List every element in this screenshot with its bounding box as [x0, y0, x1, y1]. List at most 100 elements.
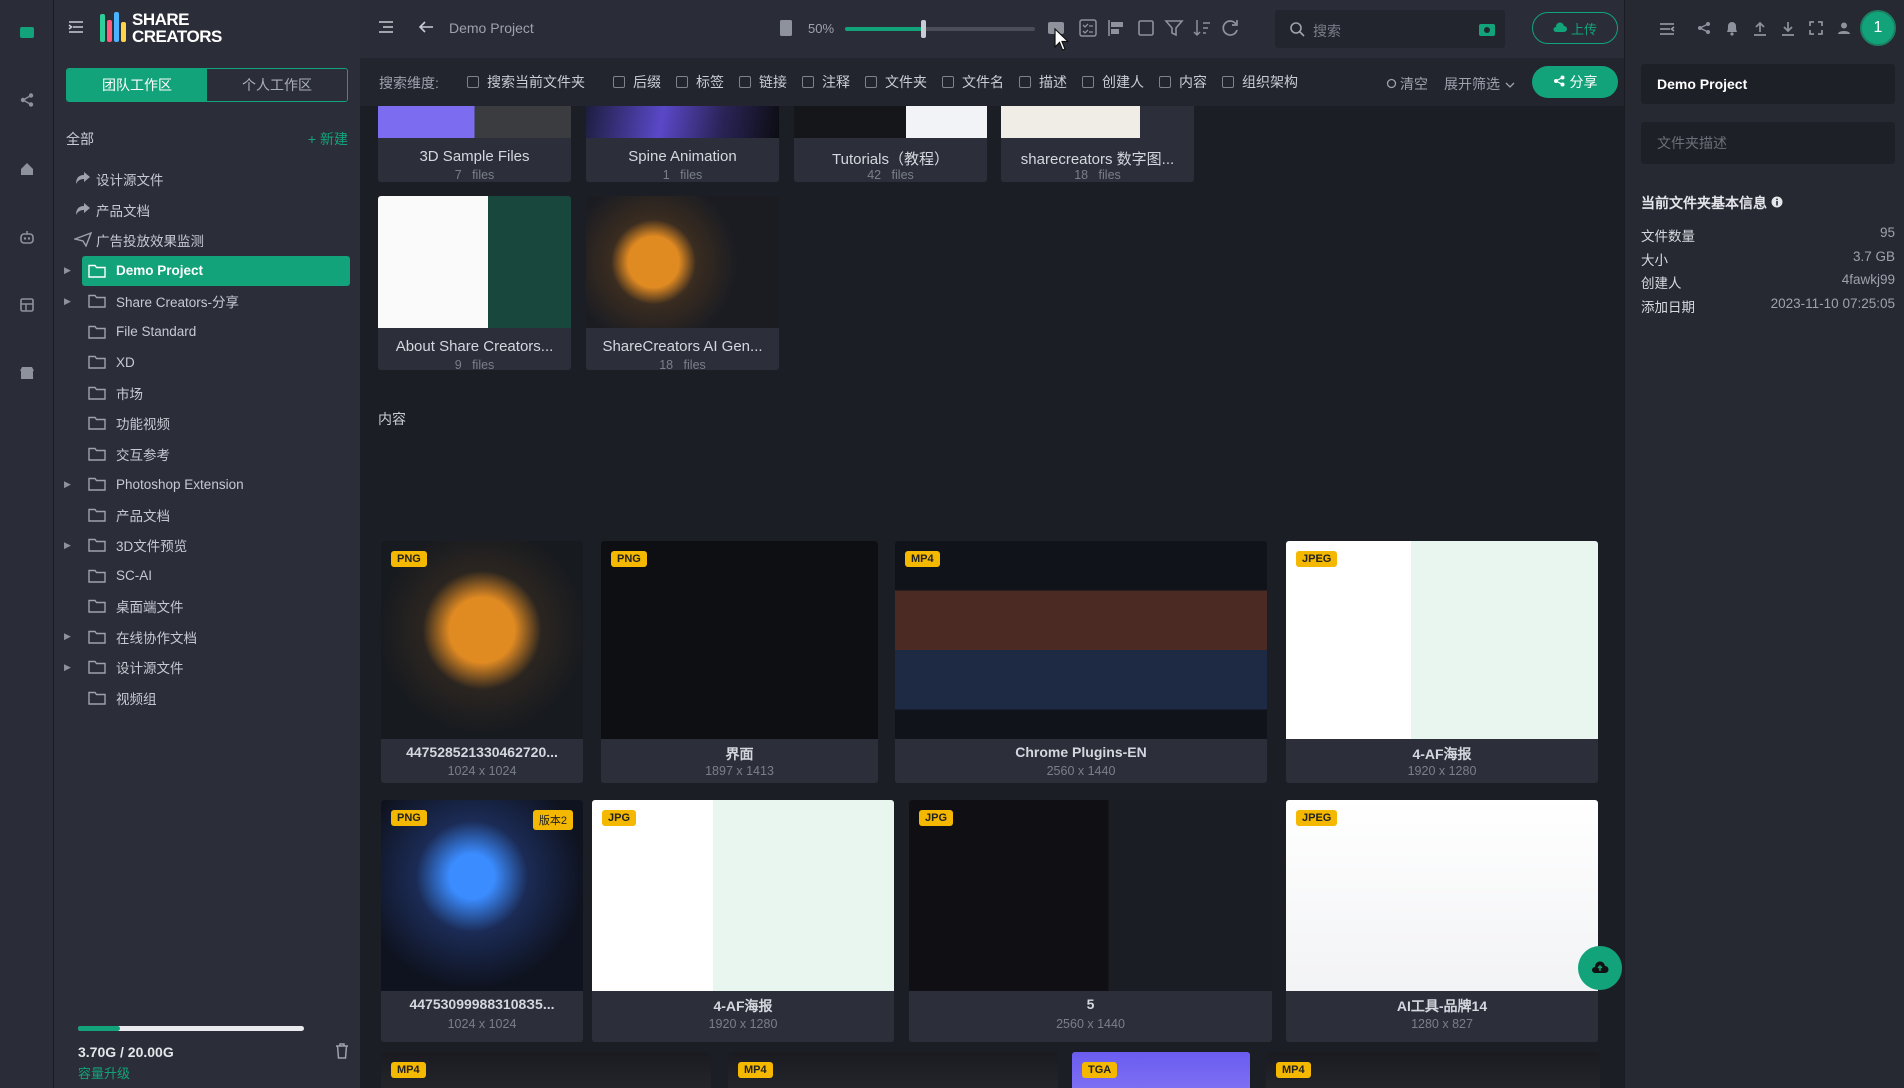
checkbox-icon[interactable] [1159, 76, 1171, 88]
avatar[interactable]: 1 [1860, 10, 1896, 46]
zoom-slider[interactable] [845, 20, 1035, 38]
search-dim-checkbox[interactable]: 搜索当前文件夹 [467, 72, 585, 92]
tree-item[interactable]: 广告投放效果监测 [54, 225, 360, 256]
breadcrumb[interactable]: Demo Project [449, 20, 534, 36]
folder-card[interactable]: sharecreators 数字图... 18 files [1001, 106, 1194, 182]
search-dim-checkbox[interactable]: 描述 [1019, 72, 1067, 92]
folder-card[interactable]: Tutorials（教程） 42 files [794, 106, 987, 182]
collapse-sidebar-icon[interactable] [68, 20, 84, 37]
caret-right-icon[interactable]: ▶ [64, 265, 74, 276]
caret-right-icon[interactable]: ▶ [64, 631, 74, 642]
upload-icon[interactable] [1753, 21, 1767, 39]
checkbox-icon[interactable] [942, 76, 954, 88]
tree-item[interactable]: 交互参考 [54, 439, 360, 470]
tree-item[interactable]: SC-AI [54, 561, 360, 592]
file-card[interactable]: JPEG AI工具-品牌14 1280 x 827 [1286, 800, 1598, 1042]
tree-item[interactable]: 功能视频 [54, 408, 360, 439]
tree-item[interactable]: XD [54, 347, 360, 378]
search-dim-checkbox[interactable]: 组织架构 [1222, 72, 1298, 92]
folder-name-field[interactable]: Demo Project [1641, 64, 1895, 104]
tree-item[interactable]: ▶ Photoshop Extension [54, 469, 360, 500]
search-dim-checkbox[interactable]: 文件夹 [865, 72, 927, 92]
bell-icon[interactable] [1725, 21, 1739, 39]
tree-item[interactable]: File Standard [54, 317, 360, 348]
expand-filter-button[interactable]: 展开筛选 [1444, 74, 1515, 94]
tree-item[interactable]: 产品文档 [54, 195, 360, 226]
folder-card[interactable]: About Share Creators... 9 files [378, 196, 571, 370]
caret-right-icon[interactable]: ▶ [64, 662, 74, 673]
sort-icon[interactable] [1192, 18, 1212, 41]
align-icon[interactable] [1106, 18, 1126, 41]
caret-right-icon[interactable]: ▶ [64, 296, 74, 307]
info-icon[interactable] [1771, 196, 1783, 211]
tree-item[interactable]: 产品文档 [54, 500, 360, 531]
file-card[interactable]: JPG 4-AF海报 1920 x 1280 [592, 800, 894, 1042]
zoom-slider-handle[interactable] [920, 20, 926, 38]
checkbox-icon[interactable] [802, 76, 814, 88]
file-card[interactable]: TGA [1072, 1052, 1250, 1088]
folder-card[interactable]: 3D Sample Files 7 files [378, 106, 571, 182]
tree-item[interactable]: 桌面端文件 [54, 591, 360, 622]
image-search-icon[interactable] [1478, 21, 1496, 40]
file-card[interactable]: MP4 [728, 1052, 1058, 1088]
search-input[interactable]: 搜索 [1313, 21, 1341, 41]
share-icon[interactable] [13, 86, 41, 114]
file-card[interactable]: MP4 [381, 1052, 711, 1088]
checkbox-icon[interactable] [1222, 76, 1234, 88]
checkbox-icon[interactable] [1019, 76, 1031, 88]
file-card[interactable]: PNG 447528521330462720... 1024 x 1024 [381, 541, 583, 783]
back-arrow-icon[interactable] [418, 20, 434, 37]
tree-item[interactable]: 设计源文件 [54, 164, 360, 195]
grid-icon[interactable] [13, 291, 41, 319]
tree-item[interactable]: ▶ Share Creators-分享 [54, 286, 360, 317]
caret-right-icon[interactable]: ▶ [64, 540, 74, 551]
user-icon[interactable] [1837, 21, 1851, 38]
download-icon[interactable] [1781, 21, 1795, 39]
trash-icon[interactable] [334, 1042, 350, 1063]
checkbox-icon[interactable] [865, 76, 877, 88]
search-dim-checkbox[interactable]: 内容 [1159, 72, 1207, 92]
search-dim-checkbox[interactable]: 链接 [739, 72, 787, 92]
tree-item[interactable]: ▶ 设计源文件 [54, 652, 360, 683]
personal-workspace-tab[interactable]: 个人工作区 [207, 69, 347, 101]
tree-item[interactable]: ▶ Demo Project [64, 255, 350, 286]
tree-item[interactable]: ▶ 在线协作文档 [54, 622, 360, 653]
folder-description-field[interactable]: 文件夹描述 [1641, 122, 1895, 164]
share-button[interactable]: 分享 [1532, 66, 1618, 98]
clear-filter-button[interactable]: 清空 [1386, 74, 1428, 94]
search-dim-checkbox[interactable]: 注释 [802, 72, 850, 92]
checkbox-icon[interactable] [613, 76, 625, 88]
floating-upload-button[interactable] [1578, 946, 1622, 990]
checkbox-icon[interactable] [676, 76, 688, 88]
tree-item[interactable]: 市场 [54, 378, 360, 409]
robot-icon[interactable] [13, 223, 41, 251]
file-card[interactable]: JPG 5 2560 x 1440 [909, 800, 1272, 1042]
search-dim-checkbox[interactable]: 标签 [676, 72, 724, 92]
storage-upgrade-link[interactable]: 容量升级 [78, 1063, 130, 1082]
folder-card[interactable]: ShareCreators AI Gen... 18 files [586, 196, 779, 370]
refresh-icon[interactable] [1220, 18, 1240, 41]
store-icon[interactable] [13, 359, 41, 387]
checkbox-icon[interactable] [1082, 76, 1094, 88]
folder-card[interactable]: Spine Animation 1 files [586, 106, 779, 182]
checkbox-icon[interactable] [467, 76, 479, 88]
list-menu-icon[interactable] [378, 20, 394, 37]
file-card[interactable]: MP4 Chrome Plugins-EN 2560 x 1440 [895, 541, 1267, 783]
file-card[interactable]: JPEG 4-AF海报 1920 x 1280 [1286, 541, 1598, 783]
tree-item[interactable]: ▶ 3D文件预览 [54, 530, 360, 561]
filter-icon[interactable] [1164, 18, 1184, 41]
file-card[interactable]: MP4 [1266, 1052, 1600, 1088]
file-card[interactable]: PNG 版本2 447530999883108З5... 1024 x 1024 [381, 800, 583, 1042]
search-dim-checkbox[interactable]: 后缀 [613, 72, 661, 92]
folder-icon[interactable] [13, 18, 41, 46]
checkbox-icon[interactable] [739, 76, 751, 88]
team-workspace-tab[interactable]: 团队工作区 [67, 69, 207, 101]
share-icon[interactable] [1697, 21, 1711, 38]
upload-button[interactable]: 上传 [1532, 12, 1618, 44]
search-dim-checkbox[interactable]: 文件名 [942, 72, 1004, 92]
select-box-icon[interactable] [1136, 18, 1156, 41]
file-card[interactable]: PNG 界面 1897 x 1413 [601, 541, 878, 783]
checklist-icon[interactable] [1078, 18, 1098, 41]
panel-menu-icon[interactable] [1659, 22, 1675, 39]
home-icon[interactable] [13, 155, 41, 183]
